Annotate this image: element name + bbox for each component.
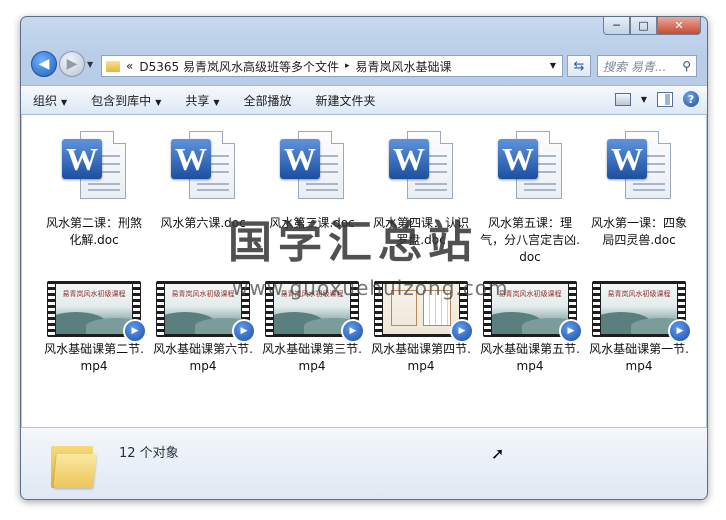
search-box[interactable]: 搜索 易青... ⚲	[597, 55, 697, 77]
breadcrumb-current[interactable]: 易青岚风水基础课	[355, 58, 451, 75]
watermark-url: www.guoxuehuizong.com	[232, 276, 509, 300]
search-icon[interactable]: ⚲	[682, 59, 691, 73]
video-thumbnail-icon: 易青岚风水初级课程 ▶	[592, 281, 692, 343]
media-player-icon: ▶	[123, 319, 147, 343]
forward-arrow-icon: ▶	[66, 56, 78, 72]
close-button[interactable]: ✕	[657, 17, 701, 35]
minimize-button[interactable]: ─	[603, 17, 630, 35]
search-input[interactable]: 搜索 易青...	[603, 58, 673, 75]
file-item[interactable]: 易青岚风水初级课程 ▶ 风水基础课第二节.mp4	[42, 281, 147, 375]
change-view-icon[interactable]	[614, 92, 631, 106]
media-player-icon: ▶	[559, 319, 583, 343]
media-player-icon: ▶	[668, 319, 692, 343]
new-folder-button[interactable]: 新建文件夹	[304, 92, 388, 109]
breadcrumb-separator[interactable]: ▸	[345, 61, 350, 71]
media-player-icon: ▶	[341, 319, 365, 343]
address-prefix[interactable]: «	[126, 59, 133, 73]
word-document-icon: W	[389, 131, 453, 211]
view-options-dropdown-icon[interactable]: ▼	[641, 95, 647, 104]
preview-pane-icon[interactable]	[657, 91, 673, 107]
chevron-down-icon: ▼	[213, 97, 220, 107]
watermark-text: 国学汇总站	[228, 217, 478, 268]
organize-menu[interactable]: 组织 ▼	[21, 92, 79, 109]
video-thumbnail-icon: 易青岚风水初级课程 ▶	[47, 281, 147, 343]
file-item[interactable]: W 风水第二课：刑煞化解.doc	[42, 131, 146, 249]
file-name: 风水基础课第五节.mp4	[480, 342, 580, 373]
file-list: W 风水第二课：刑煞化解.doc W 风水第六课.doc W 风水第三课.doc	[22, 115, 706, 427]
window-controls: ─ □ ✕	[603, 17, 701, 35]
address-bar[interactable]: « D5365 易青岚风水高级班等多个文件 ▸ 易青岚风水基础课 ▼	[101, 55, 563, 77]
help-icon[interactable]: ?	[683, 91, 699, 107]
command-bar: 组织 ▼ 包含到库中 ▼ 共享 ▼ 全部播放 新建文件夹 ▼ ?	[21, 85, 707, 115]
share-menu[interactable]: 共享 ▼	[173, 92, 231, 109]
file-item[interactable]: W 风水第一课：四象局四灵兽.doc	[587, 131, 691, 249]
back-arrow-icon: ◀	[38, 56, 50, 72]
navigation-bar: ◀ ▶ ▼ « D5365 易青岚风水高级班等多个文件 ▸ 易青岚风水基础课 ▼…	[21, 47, 707, 83]
item-count: 12 个对象	[119, 446, 179, 461]
word-document-icon: W	[280, 131, 344, 211]
details-pane: 12 个对象 ➚	[21, 427, 707, 499]
mouse-cursor-icon: ➚	[491, 444, 505, 463]
file-name: 风水第五课：理气，分八宫定吉凶.doc	[480, 216, 580, 264]
file-name: 风水第一课：四象局四灵兽.doc	[590, 216, 687, 247]
file-name: 风水基础课第四节.mp4	[371, 342, 471, 373]
back-button[interactable]: ◀	[31, 51, 57, 77]
recent-pages-dropdown[interactable]: ▼	[87, 60, 93, 69]
file-item[interactable]: 易青岚风水初级课程 ▶ 风水基础课第一节.mp4	[587, 281, 692, 375]
address-dropdown-icon[interactable]: ▼	[550, 61, 556, 70]
breadcrumb-root[interactable]: D5365 易青岚风水高级班等多个文件	[139, 58, 339, 75]
media-player-icon: ▶	[450, 319, 474, 343]
file-name: 风水基础课第三节.mp4	[262, 342, 362, 373]
chevron-down-icon: ▼	[155, 97, 162, 107]
word-document-icon: W	[498, 131, 562, 211]
play-all-button[interactable]: 全部播放	[232, 92, 304, 109]
refresh-button[interactable]: ⇆	[567, 55, 591, 77]
media-player-icon: ▶	[232, 319, 256, 343]
folder-icon	[106, 60, 120, 72]
file-name: 风水基础课第二节.mp4	[44, 342, 144, 373]
forward-button[interactable]: ▶	[59, 51, 85, 77]
refresh-icon: ⇆	[573, 58, 585, 74]
word-document-icon: W	[607, 131, 671, 211]
file-name: 风水基础课第六节.mp4	[153, 342, 253, 373]
include-in-library-menu[interactable]: 包含到库中 ▼	[79, 92, 173, 109]
folder-icon	[51, 442, 97, 488]
word-document-icon: W	[62, 131, 126, 211]
file-name: 风水第二课：刑煞化解.doc	[45, 216, 142, 247]
maximize-button[interactable]: □	[630, 17, 657, 35]
word-document-icon: W	[171, 131, 235, 211]
chevron-down-icon: ▼	[61, 97, 68, 107]
file-name: 风水基础课第一节.mp4	[589, 342, 689, 373]
file-item[interactable]: W 风水第五课：理气，分八宫定吉凶.doc	[478, 131, 582, 266]
